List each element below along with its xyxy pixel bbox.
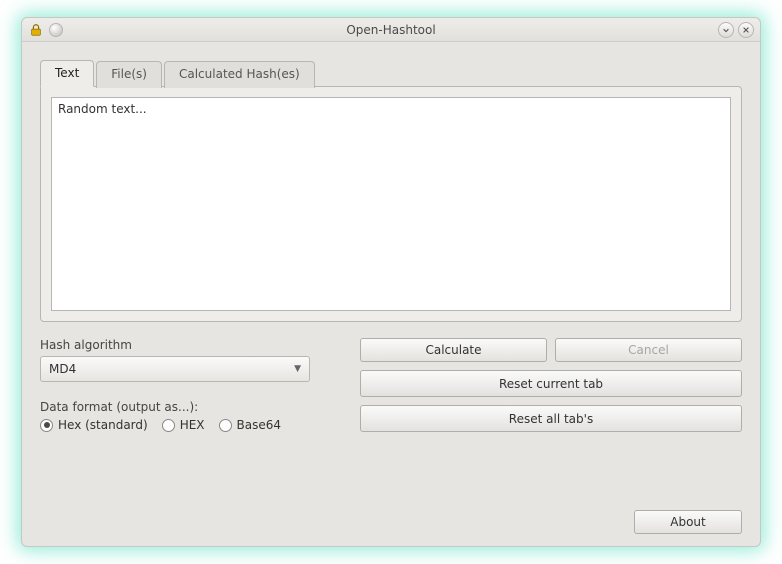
lock-icon [28,22,44,38]
tab-text[interactable]: Text [40,60,94,87]
window-frame: Open-Hashtool Text File(s) Calculated Ha… [21,17,761,547]
radio-dot-icon [40,419,53,432]
app-menu-icon[interactable] [48,22,64,38]
radio-dot-icon [162,419,175,432]
calculate-button[interactable]: Calculate [360,338,547,362]
radio-base64[interactable]: Base64 [219,418,282,432]
radio-hex-standard[interactable]: Hex (standard) [40,418,148,432]
radio-label: Hex (standard) [58,418,148,432]
cancel-button: Cancel [555,338,742,362]
radio-hex-upper[interactable]: HEX [162,418,205,432]
data-format-label: Data format (output as...): [40,400,340,414]
hash-algorithm-value: MD4 [49,362,76,376]
data-format-group: Hex (standard) HEX Base64 [40,418,340,432]
hash-algorithm-label: Hash algorithm [40,338,340,352]
reset-current-tab-button[interactable]: Reset current tab [360,370,742,397]
text-input[interactable] [51,97,731,311]
about-button[interactable]: About [634,510,742,534]
radio-dot-icon [219,419,232,432]
window-body: Text File(s) Calculated Hash(es) Hash al… [22,42,760,546]
close-button[interactable] [738,22,754,38]
tab-panel-text [40,86,742,322]
chevron-down-icon: ▼ [294,364,301,374]
reset-all-tabs-button[interactable]: Reset all tab's [360,405,742,432]
tab-calculated[interactable]: Calculated Hash(es) [164,61,315,88]
tab-files[interactable]: File(s) [96,61,162,88]
hash-algorithm-select[interactable]: MD4 ▼ [40,356,310,382]
radio-label: HEX [180,418,205,432]
tabs: Text File(s) Calculated Hash(es) [40,60,742,87]
window-title: Open-Hashtool [22,23,760,37]
radio-label: Base64 [237,418,282,432]
minimize-button[interactable] [718,22,734,38]
titlebar: Open-Hashtool [22,18,760,42]
